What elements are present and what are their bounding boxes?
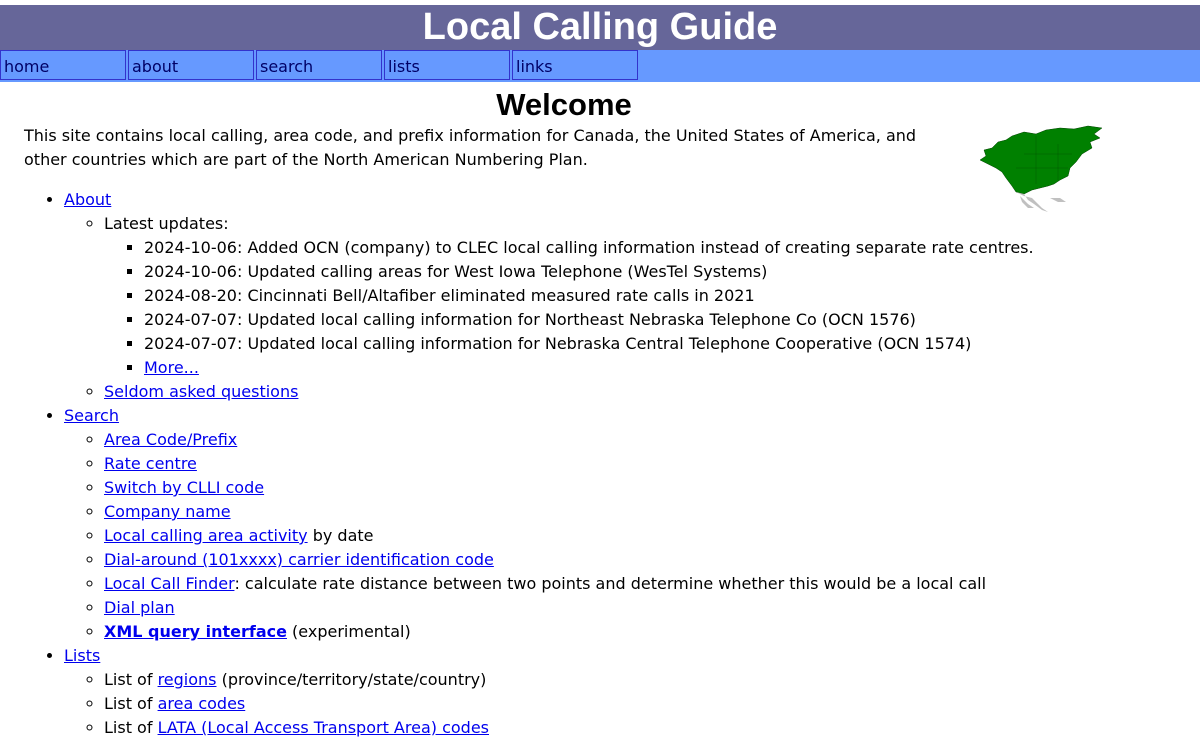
- section-list: About Latest updates: 2024-10-06: Added …: [0, 188, 1200, 740]
- faq-item: Seldom asked questions: [104, 380, 1200, 404]
- dial-around-link[interactable]: Dial-around (101xxxx) carrier identifica…: [104, 550, 494, 569]
- rate-centre-item: Rate centre: [104, 452, 1200, 476]
- lata-link[interactable]: LATA (Local Access Transport Area) codes: [158, 718, 489, 737]
- rate-centre-link[interactable]: Rate centre: [104, 454, 197, 473]
- calling-activity-link[interactable]: Local calling area activity: [104, 526, 308, 545]
- lists-section: Lists List of regions (province/territor…: [64, 644, 1200, 740]
- nav-home-link[interactable]: home: [0, 50, 126, 80]
- more-updates-item: More...: [144, 356, 1200, 380]
- regions-link[interactable]: regions: [158, 670, 217, 689]
- update-item: 2024-08-20: Cincinnati Bell/Altafiber el…: [144, 284, 1200, 308]
- search-link[interactable]: Search: [64, 406, 119, 425]
- lata-item: List of LATA (Local Access Transport Are…: [104, 716, 1200, 740]
- nav-home-label: home: [4, 57, 50, 76]
- call-finder-link[interactable]: Local Call Finder: [104, 574, 234, 593]
- latest-updates-item: Latest updates: 2024-10-06: Added OCN (c…: [104, 212, 1200, 380]
- call-finder-suffix: : calculate rate distance between two po…: [234, 574, 987, 593]
- area-codes-link[interactable]: area codes: [158, 694, 246, 713]
- update-item: 2024-07-07: Updated local calling inform…: [144, 332, 1200, 356]
- main-content: About Latest updates: 2024-10-06: Added …: [0, 188, 1200, 740]
- nav-links-label: links: [516, 57, 553, 76]
- intro-text: This site contains local calling, area c…: [24, 126, 917, 169]
- nav-links-link[interactable]: links: [512, 50, 638, 80]
- xml-query-item: XML query interface (experimental): [104, 620, 1200, 644]
- xml-query-link[interactable]: XML query interface: [104, 622, 287, 641]
- more-updates-link[interactable]: More...: [144, 358, 199, 377]
- update-item: 2024-10-06: Updated calling areas for We…: [144, 260, 1200, 284]
- lists-link[interactable]: Lists: [64, 646, 100, 665]
- calling-activity-suffix: by date: [307, 526, 374, 545]
- company-name-link[interactable]: Company name: [104, 502, 231, 521]
- site-title: Local Calling Guide: [0, 5, 1200, 50]
- search-sublist: Area Code/Prefix Rate centre Switch by C…: [64, 428, 1200, 644]
- area-codes-item: List of area codes: [104, 692, 1200, 716]
- nav-about-label: about: [132, 57, 179, 76]
- page-heading: Welcome: [496, 87, 632, 122]
- faq-link[interactable]: Seldom asked questions: [104, 382, 298, 401]
- list-of-prefix: List of: [104, 670, 158, 689]
- latest-updates-label: Latest updates:: [104, 214, 229, 233]
- nav-search-label: search: [260, 57, 314, 76]
- regions-item: List of regions (province/territory/stat…: [104, 668, 1200, 692]
- search-section: Search Area Code/Prefix Rate centre Swit…: [64, 404, 1200, 644]
- list-of-prefix: List of: [104, 718, 158, 737]
- company-name-item: Company name: [104, 500, 1200, 524]
- nav-about-link[interactable]: about: [128, 50, 254, 80]
- about-sublist: Latest updates: 2024-10-06: Added OCN (c…: [64, 212, 1200, 404]
- area-code-prefix-item: Area Code/Prefix: [104, 428, 1200, 452]
- lists-sublist: List of regions (province/territory/stat…: [64, 668, 1200, 740]
- calling-activity-item: Local calling area activity by date: [104, 524, 1200, 548]
- dial-plan-link[interactable]: Dial plan: [104, 598, 175, 617]
- dial-plan-item: Dial plan: [104, 596, 1200, 620]
- nav-lists-label: lists: [388, 57, 420, 76]
- about-section: About Latest updates: 2024-10-06: Added …: [64, 188, 1200, 404]
- switch-clli-link[interactable]: Switch by CLLI code: [104, 478, 264, 497]
- area-code-prefix-link[interactable]: Area Code/Prefix: [104, 430, 237, 449]
- list-of-prefix: List of: [104, 694, 158, 713]
- updates-list: 2024-10-06: Added OCN (company) to CLEC …: [104, 236, 1200, 380]
- update-item: 2024-07-07: Updated local calling inform…: [144, 308, 1200, 332]
- nav-search-link[interactable]: search: [256, 50, 382, 80]
- about-link[interactable]: About: [64, 190, 111, 209]
- regions-suffix: (province/territory/state/country): [216, 670, 487, 689]
- nav-lists-link[interactable]: lists: [384, 50, 510, 80]
- dial-around-item: Dial-around (101xxxx) carrier identifica…: [104, 548, 1200, 572]
- nav-bar: home about search lists links: [0, 50, 1200, 82]
- update-item: 2024-10-06: Added OCN (company) to CLEC …: [144, 236, 1200, 260]
- xml-query-suffix: (experimental): [286, 622, 411, 641]
- call-finder-item: Local Call Finder: calculate rate distan…: [104, 572, 1200, 596]
- switch-clli-item: Switch by CLLI code: [104, 476, 1200, 500]
